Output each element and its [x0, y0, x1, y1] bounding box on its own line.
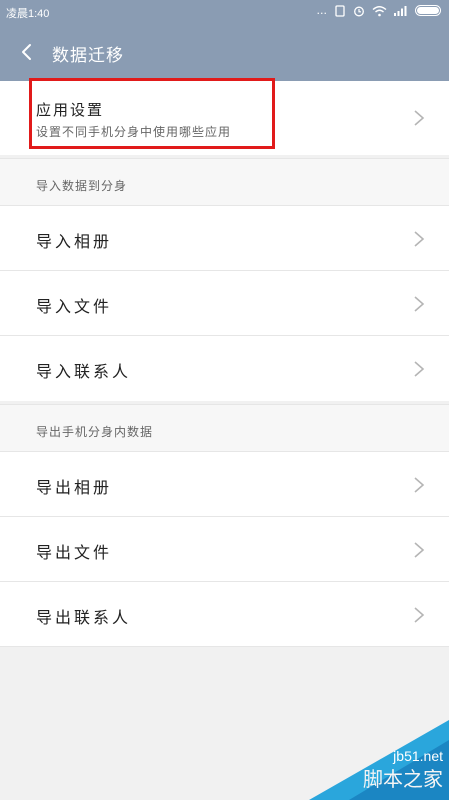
- chevron-right-icon: [414, 477, 425, 493]
- import-album-label: 导入相册: [36, 232, 113, 251]
- wifi-icon: [372, 5, 387, 16]
- signal-icon: [394, 6, 407, 16]
- title-bar: 数据迁移: [0, 24, 449, 81]
- chevron-right-icon: [414, 542, 425, 558]
- import-files-label: 导入文件: [36, 297, 113, 316]
- export-files-row[interactable]: 导出文件: [0, 516, 449, 581]
- export-group-header: 导出手机分身内数据: [0, 404, 449, 454]
- export-files-label: 导出文件: [36, 543, 113, 562]
- export-group-label: 导出手机分身内数据: [36, 425, 154, 439]
- export-contacts-row[interactable]: 导出联系人: [0, 581, 449, 646]
- page-title: 数据迁移: [52, 46, 124, 66]
- battery-icon: [415, 5, 441, 16]
- watermark-site: jb51.net: [393, 748, 443, 764]
- highlight-box: [29, 78, 275, 149]
- import-group-label: 导入数据到分身: [36, 179, 128, 193]
- import-album-row[interactable]: 导入相册: [0, 205, 449, 270]
- more-dots-icon: ...: [316, 4, 328, 17]
- import-group-header: 导入数据到分身: [0, 158, 449, 208]
- chevron-right-icon: [414, 361, 425, 377]
- status-icons: ...: [316, 4, 441, 17]
- import-contacts-row[interactable]: 导入联系人: [0, 335, 449, 400]
- export-contacts-label: 导出联系人: [36, 608, 132, 627]
- divider: [0, 646, 449, 647]
- chevron-right-icon: [414, 110, 425, 126]
- watermark-name: 脚本之家: [363, 767, 443, 791]
- import-section: 导入相册 导入文件 导入联系人: [0, 205, 449, 401]
- export-album-label: 导出相册: [36, 478, 113, 497]
- screen-rotate-icon: [335, 4, 345, 17]
- import-files-row[interactable]: 导入文件: [0, 270, 449, 335]
- status-time: 凌晨1:40: [6, 8, 50, 20]
- back-arrow-icon[interactable]: [17, 42, 37, 62]
- import-contacts-label: 导入联系人: [36, 362, 132, 381]
- chevron-right-icon: [414, 296, 425, 312]
- watermark: jb51.net 脚本之家: [289, 720, 449, 800]
- status-bar: 凌晨1:40 ...: [0, 0, 449, 24]
- export-section: 导出相册 导出文件 导出联系人: [0, 451, 449, 647]
- export-album-row[interactable]: 导出相册: [0, 451, 449, 516]
- chevron-right-icon: [414, 231, 425, 247]
- alarm-clock-icon: [354, 6, 364, 16]
- chevron-right-icon: [414, 607, 425, 623]
